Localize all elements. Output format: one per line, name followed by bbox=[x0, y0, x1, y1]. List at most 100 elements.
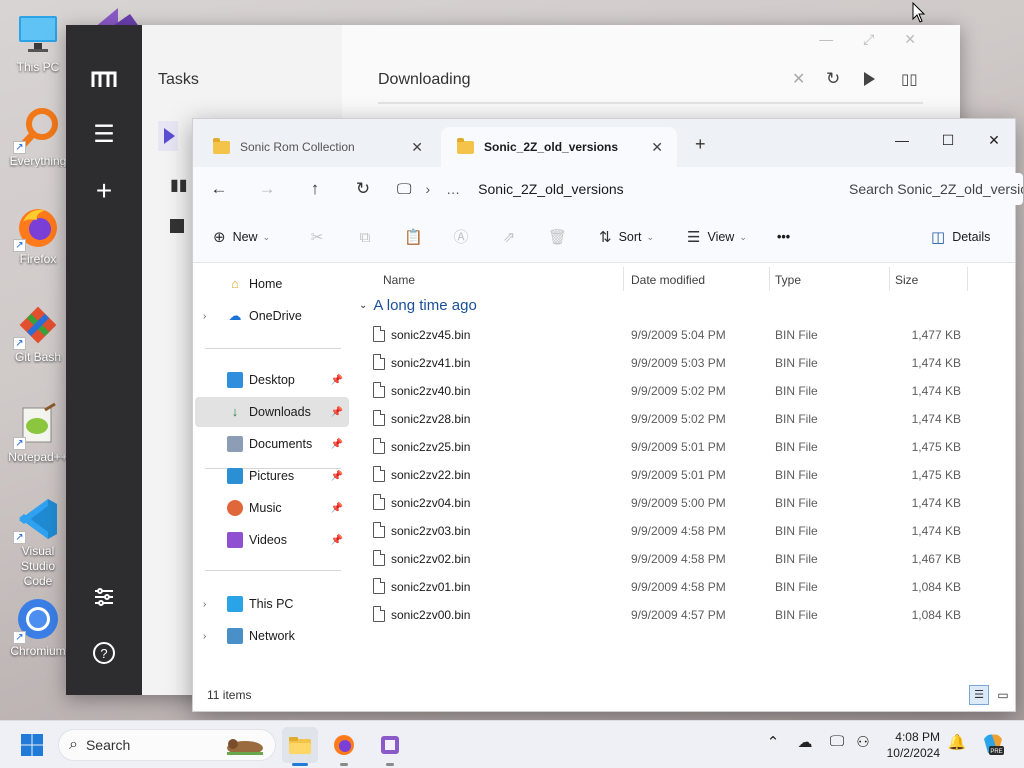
breadcrumb-current[interactable]: Sonic_2Z_old_versions bbox=[478, 181, 624, 197]
taskbar-search[interactable]: ⌕ Search bbox=[58, 729, 276, 761]
file-row[interactable]: sonic2zv25.bin 9/9/2009 5:01 PM BIN File 1,… bbox=[353, 433, 1015, 461]
copy-icon[interactable]: ⧉ bbox=[356, 229, 374, 247]
expand-chevron-icon[interactable]: › bbox=[203, 631, 217, 642]
clock[interactable]: 4:08 PM 10/2/2024 bbox=[884, 729, 940, 761]
column-divider[interactable] bbox=[967, 267, 968, 291]
nav-item-downloads[interactable]: ↓ Downloads 📌 bbox=[195, 397, 349, 427]
file-row[interactable]: sonic2zv41.bin 9/9/2009 5:03 PM BIN File 1,… bbox=[353, 349, 1015, 377]
file-row[interactable]: sonic2zv45.bin 9/9/2009 5:04 PM BIN File 1,… bbox=[353, 321, 1015, 349]
maximize-button[interactable]: ☐ bbox=[925, 125, 971, 155]
network-status-icon[interactable]: ⚇ bbox=[852, 733, 874, 751]
details-view-icon[interactable]: ☰ bbox=[969, 685, 989, 705]
nav-item-home[interactable]: ⌂ Home bbox=[195, 269, 349, 299]
search-input[interactable]: Search Sonic_2Z_old_versions bbox=[833, 173, 1023, 205]
minimize-button[interactable]: — bbox=[879, 125, 925, 155]
cut-icon[interactable]: ✂ bbox=[308, 229, 326, 247]
taskbar-firefox[interactable] bbox=[326, 727, 362, 766]
pin-icon[interactable]: 📌 bbox=[331, 535, 343, 546]
maximize-icon[interactable]: ⤢ bbox=[863, 31, 904, 47]
file-row[interactable]: sonic2zv00.bin 9/9/2009 4:57 PM BIN File 1,… bbox=[353, 601, 1015, 629]
refresh-icon[interactable]: ↻ bbox=[349, 175, 377, 203]
help-icon[interactable]: ? bbox=[90, 641, 118, 669]
view-button[interactable]: ☰ View ⌄ bbox=[687, 223, 747, 251]
column-divider[interactable] bbox=[769, 267, 770, 291]
column-header-type[interactable]: Type bbox=[775, 269, 801, 291]
nav-item-videos[interactable]: Videos 📌 bbox=[195, 525, 349, 555]
file-row[interactable]: sonic2zv22.bin 9/9/2009 5:01 PM BIN File 1,… bbox=[353, 461, 1015, 489]
tiles-view-icon[interactable]: ▭ bbox=[993, 685, 1013, 705]
nav-item-music[interactable]: Music 📌 bbox=[195, 493, 349, 523]
back-icon[interactable]: ← bbox=[205, 175, 233, 203]
nav-item-onedrive[interactable]: › ☁ OneDrive bbox=[195, 301, 349, 331]
pin-icon[interactable]: 📌 bbox=[331, 375, 343, 386]
refresh-icon[interactable]: ↻ bbox=[826, 69, 840, 89]
task-downloading-item[interactable] bbox=[158, 121, 178, 151]
details-button[interactable]: ◫ Details bbox=[931, 223, 990, 251]
file-row[interactable]: sonic2zv02.bin 9/9/2009 4:58 PM BIN File 1,… bbox=[353, 545, 1015, 573]
stopped-icon[interactable] bbox=[170, 219, 184, 233]
start-all-icon[interactable] bbox=[864, 72, 875, 86]
rename-icon[interactable]: Ⓐ bbox=[452, 229, 470, 247]
column-divider[interactable] bbox=[623, 267, 624, 291]
address-bar[interactable]: 🖵 › … Sonic_2Z_old_versions bbox=[397, 173, 827, 205]
file-row[interactable]: sonic2zv03.bin 9/9/2009 4:58 PM BIN File 1,… bbox=[353, 517, 1015, 545]
copilot-icon[interactable]: PRE bbox=[980, 731, 1006, 757]
paste-icon[interactable]: 📋 bbox=[404, 229, 423, 247]
forward-icon[interactable]: → bbox=[253, 175, 281, 203]
tab-sonic-rom-collection[interactable]: Sonic Rom Collection ✕ bbox=[197, 127, 437, 167]
show-hidden-icons-chevron-icon[interactable]: ⌃ bbox=[762, 733, 784, 751]
new-tab-icon[interactable]: + bbox=[695, 134, 706, 155]
display-icon[interactable]: 🖵 bbox=[826, 733, 848, 750]
column-header-size[interactable]: Size bbox=[895, 269, 918, 291]
file-row[interactable]: sonic2zv04.bin 9/9/2009 5:00 PM BIN File 1,… bbox=[353, 489, 1015, 517]
nav-item-pictures[interactable]: Pictures 📌 bbox=[195, 461, 349, 491]
file-row[interactable]: sonic2zv28.bin 9/9/2009 5:02 PM BIN File 1,… bbox=[353, 405, 1015, 433]
column-header-date-modified[interactable]: Date modified bbox=[631, 269, 705, 291]
pause-all-icon[interactable]: ▯▯ bbox=[901, 70, 918, 88]
taskbar-downloader[interactable] bbox=[372, 727, 408, 766]
desktop-icon-chromium[interactable]: ↗ Chromium bbox=[6, 596, 70, 658]
pin-icon[interactable]: 📌 bbox=[331, 503, 343, 514]
desktop-icon-notepad-plus-plus[interactable]: ↗ Notepad++ bbox=[6, 402, 70, 464]
desktop-icon-everything[interactable]: ↗ Everything bbox=[6, 106, 70, 168]
nav-item-this-pc[interactable]: › This PC bbox=[195, 589, 349, 619]
cloud-offline-icon[interactable]: ☁ bbox=[794, 733, 816, 751]
nav-item-network[interactable]: › Network bbox=[195, 621, 349, 651]
tab-sonic-2z-old-versions[interactable]: Sonic_2Z_old_versions ✕ bbox=[441, 127, 677, 167]
expand-chevron-icon[interactable]: › bbox=[203, 599, 217, 610]
new-button[interactable]: ⊕ New ⌄ bbox=[213, 223, 270, 251]
start-button[interactable] bbox=[14, 727, 50, 763]
expand-chevron-icon[interactable]: › bbox=[203, 311, 217, 322]
more-options-button[interactable]: ••• bbox=[777, 223, 790, 251]
group-header[interactable]: ⌄ A long time ago bbox=[359, 297, 477, 314]
delete-icon[interactable]: 🗑 bbox=[548, 229, 567, 247]
file-row[interactable]: sonic2zv01.bin 9/9/2009 4:58 PM BIN File 1,… bbox=[353, 573, 1015, 601]
up-icon[interactable]: ↑ bbox=[301, 175, 329, 203]
hamburger-menu-icon[interactable]: ☰ bbox=[90, 121, 118, 149]
close-tab-icon[interactable]: ✕ bbox=[411, 139, 423, 156]
pin-icon[interactable]: 📌 bbox=[331, 439, 343, 450]
column-header-name[interactable]: Name bbox=[383, 269, 415, 291]
taskbar-file-explorer[interactable] bbox=[282, 727, 318, 766]
desktop-icon-vscode[interactable]: ↗ Visual Studio Code bbox=[6, 496, 70, 589]
notification-bell-icon[interactable]: 🔔 bbox=[946, 733, 968, 751]
desktop-icon-git-bash[interactable]: ↗ Git Bash bbox=[6, 302, 70, 364]
add-task-icon[interactable]: + bbox=[90, 177, 118, 205]
desktop-icon-firefox[interactable]: ↗ Firefox bbox=[6, 204, 70, 266]
close-icon[interactable]: ✕ bbox=[904, 31, 946, 47]
paused-icon[interactable]: ▮▮ bbox=[170, 175, 188, 195]
nav-item-desktop[interactable]: Desktop 📌 bbox=[195, 365, 349, 395]
minimize-icon[interactable]: — bbox=[819, 31, 863, 47]
nav-item-documents[interactable]: Documents 📌 bbox=[195, 429, 349, 459]
file-row[interactable]: sonic2zv40.bin 9/9/2009 5:02 PM BIN File 1,… bbox=[353, 377, 1015, 405]
share-icon[interactable]: ⇗ bbox=[500, 229, 518, 247]
column-divider[interactable] bbox=[889, 267, 890, 291]
desktop-icon-this-pc[interactable]: This PC bbox=[6, 12, 70, 74]
close-tab-icon[interactable]: ✕ bbox=[651, 139, 663, 156]
pin-icon[interactable]: 📌 bbox=[331, 407, 343, 418]
clear-icon[interactable]: ✕ bbox=[792, 69, 805, 89]
more-locations-icon[interactable]: … bbox=[446, 181, 460, 197]
sort-button[interactable]: ⇅ Sort ⌄ bbox=[599, 223, 654, 251]
pin-icon[interactable]: 📌 bbox=[331, 471, 343, 482]
close-button[interactable]: ✕ bbox=[971, 125, 1017, 155]
